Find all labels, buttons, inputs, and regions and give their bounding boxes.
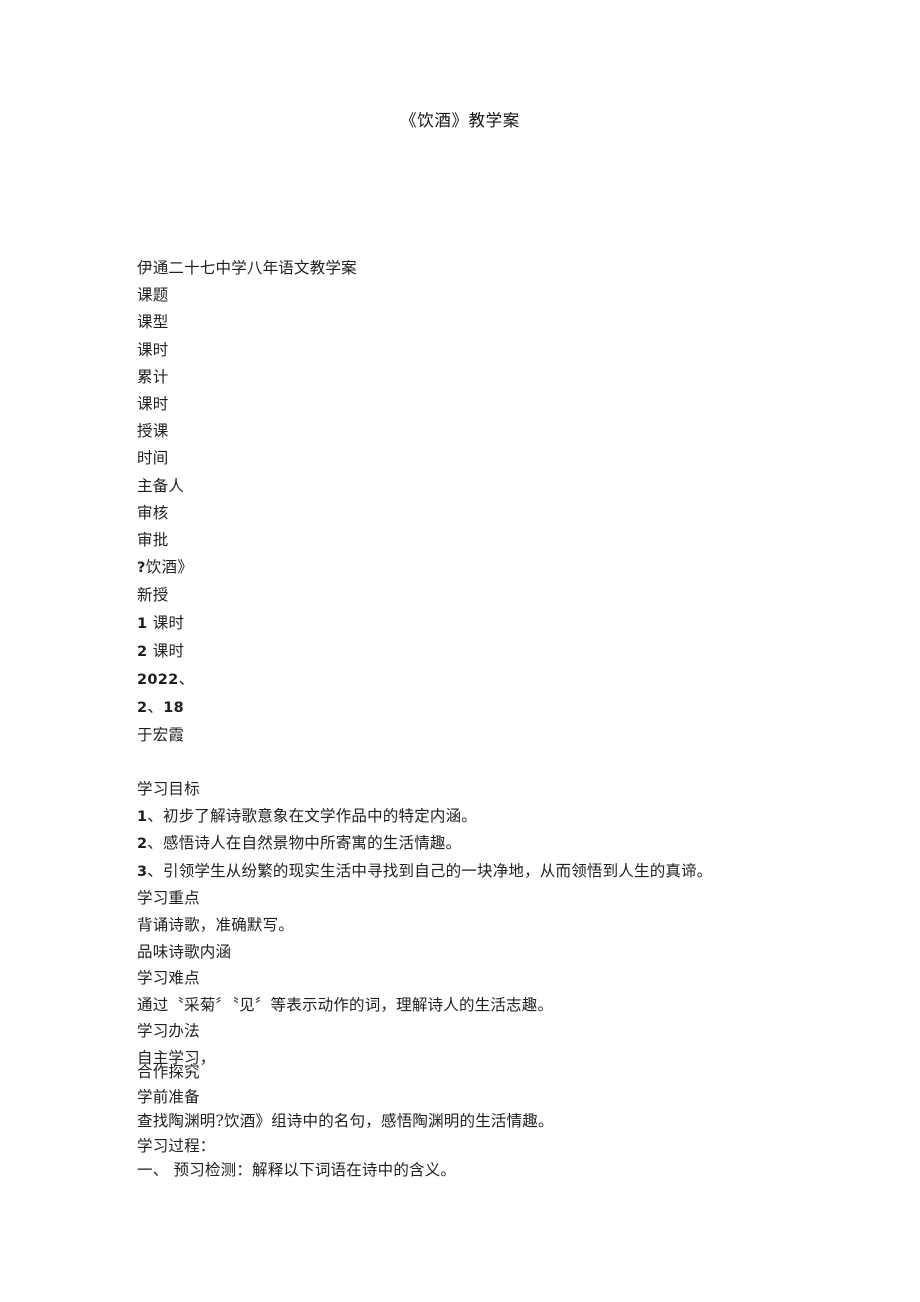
meta-line: 课时 — [137, 340, 169, 359]
page-title: 《饮酒》教学案 — [400, 111, 520, 130]
meta-line: ?饮酒》 — [137, 558, 194, 577]
objective-line: 3、引领学生从纷繁的现实生活中寻找到自己的一块净地，从而领悟到人生的真谛。 — [137, 861, 713, 880]
objective-line: 背诵诗歌，准确默写。 — [137, 915, 295, 934]
process-line: 一、 预习检测：解释以下词语在诗中的含义。 — [137, 1161, 457, 1180]
meta-line: 审批 — [137, 531, 169, 550]
objective-line: 学习难点 — [137, 969, 200, 988]
lesson-meta-block: 伊通二十七中学八年语文教学案 课题 课型 课时 累计 课时 授课 时间 主备人 审核 审批 ?饮酒》新… — [137, 255, 357, 750]
objective-line: 1、初步了解诗歌意象在文学作品中的特定内涵。 — [137, 806, 477, 825]
meta-line: 课时 — [137, 395, 169, 414]
meta-line: 时间 — [137, 449, 169, 468]
objective-line: 学习办法 — [137, 1022, 200, 1041]
learning-process-block: 合作探究学前准备查找陶渊明?饮酒》组诗中的名句，感悟陶渊明的生活情趣。 学习过程：… — [137, 1060, 554, 1183]
process-line: 学习过程： — [137, 1136, 216, 1155]
meta-line: 新授 — [137, 586, 169, 605]
meta-line: 2 课时 — [137, 641, 185, 660]
objective-line: 2、感悟诗人在自然景物中所寄寓的生活情趣。 — [137, 834, 462, 853]
process-line: 合作探究 — [137, 1063, 200, 1081]
meta-line: 课题 — [137, 286, 169, 305]
meta-line: 审核 — [137, 503, 169, 522]
process-line: 查找陶渊明?饮酒》组诗中的名句，感悟陶渊明的生活情趣。 — [137, 1112, 554, 1131]
process-line: 学前准备 — [137, 1087, 200, 1106]
meta-line: 伊通二十七中学八年语文教学案 — [137, 259, 357, 277]
meta-line: 课型 — [137, 313, 169, 332]
meta-line: 累计 — [137, 367, 169, 386]
objective-line: 学习重点 — [137, 889, 200, 908]
meta-line: 2、18 — [137, 698, 184, 717]
document-page: 《饮酒》教学案 伊通二十七中学八年语文教学案 课题 课型 课时 累计 课时 授课 时间 主备人审… — [0, 0, 920, 1302]
meta-line: 2022、 — [137, 670, 195, 689]
objective-line: 通过〝采菊〞〝见〞等表示动作的词，理解诗人的生活志趣。 — [137, 995, 554, 1014]
meta-line: 1 课时 — [137, 613, 185, 632]
meta-line: 授课 — [137, 422, 169, 441]
objective-line: 品味诗歌内涵 — [137, 942, 232, 961]
learning-objectives-block: 学习目标 1、初步了解诗歌意象在文学作品中的特定内涵。 2、感悟诗人在自然景物中所寄… — [137, 776, 713, 1072]
meta-line: 主备人 — [137, 476, 185, 495]
objective-line: 学习目标 — [137, 780, 200, 798]
meta-line: 于宏霞 — [137, 726, 185, 745]
